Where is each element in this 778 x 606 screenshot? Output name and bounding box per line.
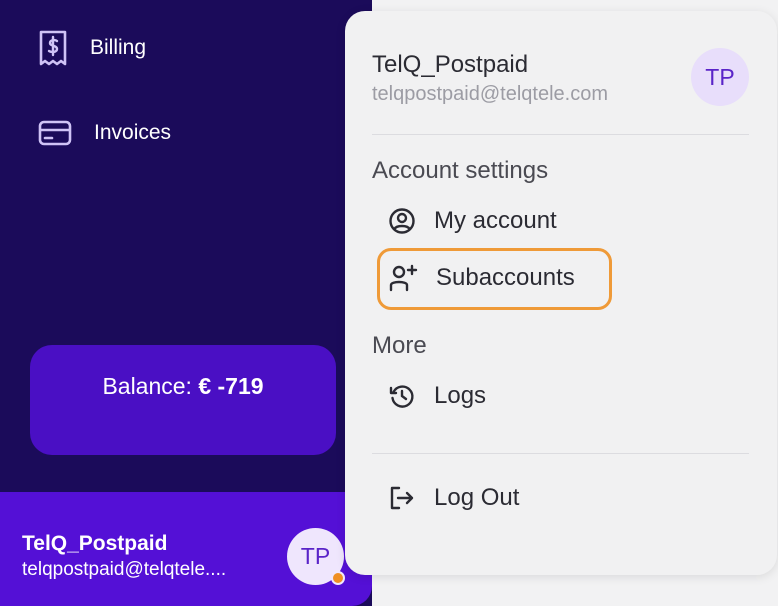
user-circle-icon [388,207,416,235]
menu-item-logs[interactable]: Logs [388,382,486,410]
account-dropdown: TelQ_Postpaid telqpostpaid@telqtele.com … [345,11,777,575]
credit-card-icon [38,118,72,148]
dropdown-user-name: TelQ_Postpaid [372,51,529,78]
balance-card: Balance: € -719 [30,345,336,455]
balance-label: Balance: [102,373,192,399]
sidebar-item-billing[interactable]: Billing [38,30,146,66]
sidebar-user-name: TelQ_Postpaid [22,532,168,555]
menu-item-label: Subaccounts [436,264,575,291]
menu-item-my-account[interactable]: My account [388,207,557,235]
menu-item-subaccounts[interactable]: Subaccounts [388,263,575,293]
dropdown-avatar: TP [691,48,749,106]
status-indicator [331,571,345,585]
logout-icon [388,484,416,512]
sidebar-item-invoices[interactable]: Invoices [38,118,171,148]
divider [372,453,749,454]
history-icon [388,382,416,410]
balance-amount: € -719 [198,373,264,399]
section-title-account-settings: Account settings [372,157,549,184]
sidebar-item-label: Billing [90,36,147,59]
logout-button[interactable]: Log Out [388,484,519,512]
menu-item-label: My account [434,207,557,234]
sidebar-user-footer[interactable]: TelQ_Postpaid telqpostpaid@telqtele.... … [0,492,372,606]
sidebar-item-label: Invoices [94,121,172,144]
divider [372,134,749,135]
menu-item-label: Logs [434,382,487,409]
receipt-dollar-icon [38,30,68,66]
section-title-more: More [372,332,427,359]
logout-label: Log Out [434,484,520,511]
add-user-icon [388,263,418,293]
dropdown-user-email: telqpostpaid@telqtele.com [372,83,608,105]
sidebar-user-email: telqpostpaid@telqtele.... [22,559,227,580]
